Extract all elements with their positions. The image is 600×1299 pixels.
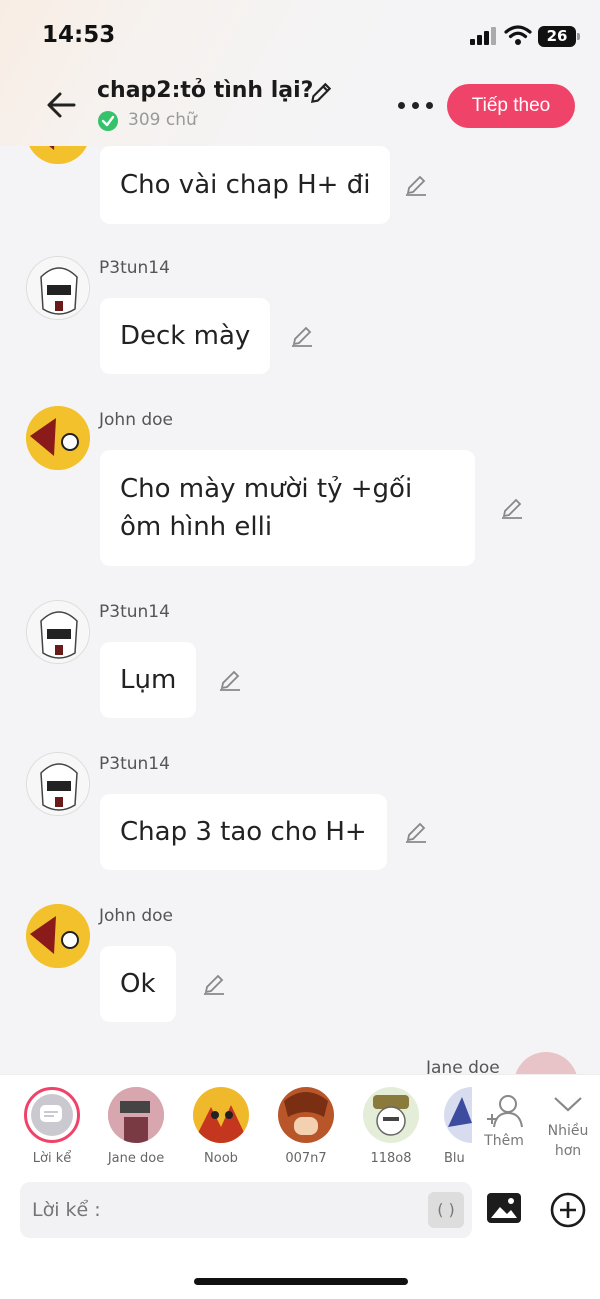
avatar-p3tun14[interactable] [26,256,90,320]
top-bar: 14:53 26 chap2:tỏ tình lại? 309 chữ Tiếp… [0,0,600,146]
message-input[interactable] [20,1182,472,1238]
narrator-icon [40,1105,62,1122]
username: Jane doe [426,1058,500,1074]
message-bubble: Cho vài chap H+ đi [100,146,391,224]
chevron-down-icon [554,1097,582,1112]
edit-icon[interactable] [218,668,242,692]
battery-icon: 26 [538,26,580,47]
page-title[interactable]: chap2:tỏ tình lại? [97,78,313,103]
avatar-jane-doe[interactable] [514,1052,578,1074]
message-text: Lụm [120,665,177,695]
avatar-john-doe[interactable] [26,406,90,470]
character-jane-doe[interactable]: Jane doe [104,1087,168,1166]
character-blu[interactable]: Blu [444,1087,472,1166]
avatar-p3tun14[interactable] [26,752,90,816]
character-avatar [363,1087,419,1143]
character-avatar [193,1087,249,1143]
chat-list[interactable]: Cho vài chap H+ đi P3tun14 Deck mày John… [0,146,600,1074]
character-name: Noob [204,1151,238,1166]
message-bubble: Chap 3 tao cho H+ [100,794,387,870]
message-bubble: Deck mày [100,298,271,374]
narrator-avatar [24,1087,80,1143]
image-icon[interactable] [486,1192,522,1224]
parenthesis-button[interactable]: ( ) [428,1192,464,1228]
avatar-p3tun14[interactable] [26,600,90,664]
username: P3tun14 [99,602,170,622]
wifi-icon [504,25,532,45]
username: P3tun14 [99,258,170,278]
add-character-button[interactable]: Thêm [480,1093,528,1149]
more-characters-label: Nhiều hơn [547,1123,589,1159]
edit-icon[interactable] [404,820,428,844]
character-avatar [108,1087,164,1143]
message-text: Deck mày [120,321,251,351]
edit-icon[interactable] [202,972,226,996]
character-narrator[interactable]: Lời kể [20,1087,84,1166]
character-name: 007n7 [285,1151,327,1166]
character-name: Jane doe [107,1151,165,1166]
home-indicator [194,1278,408,1285]
character-bar: Lời kể Jane doe Noob 007n7 118o8 Blu Thê… [0,1074,600,1170]
word-count: 309 chữ [128,110,197,130]
character-noob[interactable]: Noob [189,1087,253,1166]
composer-bar: ( ) [0,1170,600,1299]
edit-icon[interactable] [404,173,428,197]
edit-title-icon[interactable] [308,80,334,106]
character-avatar [278,1087,334,1143]
username: P3tun14 [99,754,170,774]
signal-icon [470,27,496,45]
message-text: Chap 3 tao cho H+ [120,817,367,847]
message-text: Cho mày mười tỷ +gối ôm hình elli [120,474,413,542]
more-options-icon[interactable] [398,102,434,110]
character-avatar [444,1087,472,1143]
status-time: 14:53 [42,22,116,48]
username: John doe [99,906,174,926]
message-text: Ok [120,969,156,999]
character-007n7[interactable]: 007n7 [274,1087,338,1166]
message-bubble: Lụm [100,642,197,718]
avatar-john-doe[interactable] [26,904,90,968]
edit-icon[interactable] [500,496,524,520]
avatar-john-doe[interactable] [26,146,90,164]
username: John doe [99,410,174,430]
character-name: Lời kể [32,1151,72,1166]
next-button[interactable]: Tiếp theo [447,84,575,128]
check-icon [98,111,118,131]
add-person-icon [487,1095,523,1128]
character-name: Blu [444,1151,465,1166]
character-118o8[interactable]: 118o8 [359,1087,423,1166]
status-bar: 14:53 26 [0,0,600,72]
message-bubble: Cho mày mười tỷ +gối ôm hình elli [100,450,475,566]
back-arrow-icon[interactable] [44,88,78,122]
more-characters-button[interactable]: Nhiều hơn [543,1093,593,1161]
edit-icon[interactable] [290,324,314,348]
character-name: 118o8 [370,1151,412,1166]
message-bubble: Ok [100,946,176,1022]
message-text: Cho vài chap H+ đi [120,170,371,200]
add-character-label: Thêm [484,1133,524,1149]
plus-circle-icon[interactable] [550,1192,586,1228]
